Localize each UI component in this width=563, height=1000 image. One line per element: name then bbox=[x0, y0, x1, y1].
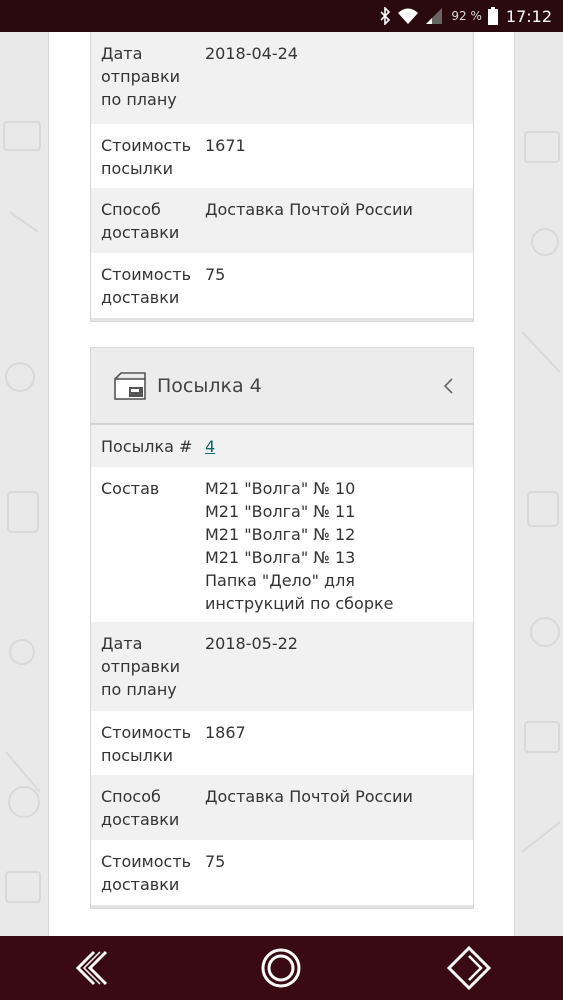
table-row: Состав М21 "Волга" № 10 М21 "Волга" № 11… bbox=[91, 467, 473, 622]
battery-percent: 92 % bbox=[451, 9, 482, 23]
row-value-parcel-cost: 1867 bbox=[205, 723, 246, 742]
home-button[interactable] bbox=[251, 943, 311, 993]
row-value-parcel-cost: 1671 bbox=[205, 136, 246, 155]
row-label-parcel-cost: Стоимость посылки bbox=[101, 136, 192, 178]
content-page: Дата отправки по плану 2018-04-24 Стоимо… bbox=[48, 32, 515, 936]
row-label-ship-date: Дата отправки по плану bbox=[101, 44, 181, 109]
navigation-bar bbox=[0, 936, 563, 1000]
battery-icon bbox=[487, 7, 498, 25]
row-value-delivery-cost: 75 bbox=[205, 852, 226, 871]
parcel-4-title: Посылка 4 bbox=[157, 374, 262, 397]
bluetooth-icon bbox=[379, 7, 391, 25]
recent-apps-button[interactable] bbox=[439, 943, 499, 993]
forward-diamond-icon bbox=[447, 945, 492, 991]
signal-icon bbox=[425, 7, 443, 25]
parcel-number-link[interactable]: 4 bbox=[205, 437, 215, 456]
row-value-delivery-method: Доставка Почтой России bbox=[205, 787, 413, 806]
row-value-delivery-method: Доставка Почтой России bbox=[205, 200, 413, 219]
table-row: Стоимость доставки 75 bbox=[91, 253, 473, 318]
back-button[interactable] bbox=[64, 943, 124, 993]
row-label-composition: Состав bbox=[101, 479, 160, 498]
back-double-chevron-icon bbox=[75, 950, 107, 986]
table-row: Стоимость посылки 1867 bbox=[91, 711, 473, 775]
table-bottom-edge bbox=[91, 318, 473, 321]
row-value-delivery-cost: 75 bbox=[205, 265, 226, 284]
table-row: Посылка # 4 bbox=[91, 425, 473, 467]
row-value-ship-date: 2018-04-24 bbox=[205, 44, 298, 63]
row-label-delivery-method: Способ доставки bbox=[101, 787, 180, 829]
row-label-delivery-cost: Стоимость доставки bbox=[101, 265, 192, 307]
row-label-delivery-cost: Стоимость доставки bbox=[101, 852, 192, 894]
table-row: Способ доставки Доставка Почтой России bbox=[91, 188, 473, 253]
chevron-left-icon[interactable] bbox=[441, 377, 455, 395]
table-row: Дата отправки по плану 2018-04-24 bbox=[91, 32, 473, 124]
table-bottom-edge bbox=[91, 905, 473, 908]
status-bar: 92 % 17:12 bbox=[0, 0, 563, 32]
parcel-4-table: Посылка # 4 Состав М21 "Волга" № 10 М21 … bbox=[90, 425, 474, 909]
row-label-parcel-number: Посылка # bbox=[101, 437, 193, 456]
table-row: Способ доставки Доставка Почтой России bbox=[91, 775, 473, 840]
table-row: Стоимость посылки 1671 bbox=[91, 124, 473, 188]
parcel-4-header[interactable]: Посылка 4 bbox=[90, 347, 474, 425]
wifi-icon bbox=[397, 7, 419, 25]
clock: 17:12 bbox=[505, 6, 552, 26]
home-circle-icon bbox=[261, 948, 301, 988]
row-label-ship-date: Дата отправки по плану bbox=[101, 634, 181, 699]
parcel-3-table: Дата отправки по плану 2018-04-24 Стоимо… bbox=[90, 32, 474, 322]
row-label-parcel-cost: Стоимость посылки bbox=[101, 723, 192, 765]
table-row: Стоимость доставки 75 bbox=[91, 840, 473, 905]
row-value-ship-date: 2018-05-22 bbox=[205, 634, 298, 653]
row-value-composition: М21 "Волга" № 10 М21 "Волга" № 11 М21 "В… bbox=[205, 479, 394, 613]
row-label-delivery-method: Способ доставки bbox=[101, 200, 180, 242]
package-box-icon bbox=[114, 371, 146, 400]
table-row: Дата отправки по плану 2018-05-22 bbox=[91, 622, 473, 711]
